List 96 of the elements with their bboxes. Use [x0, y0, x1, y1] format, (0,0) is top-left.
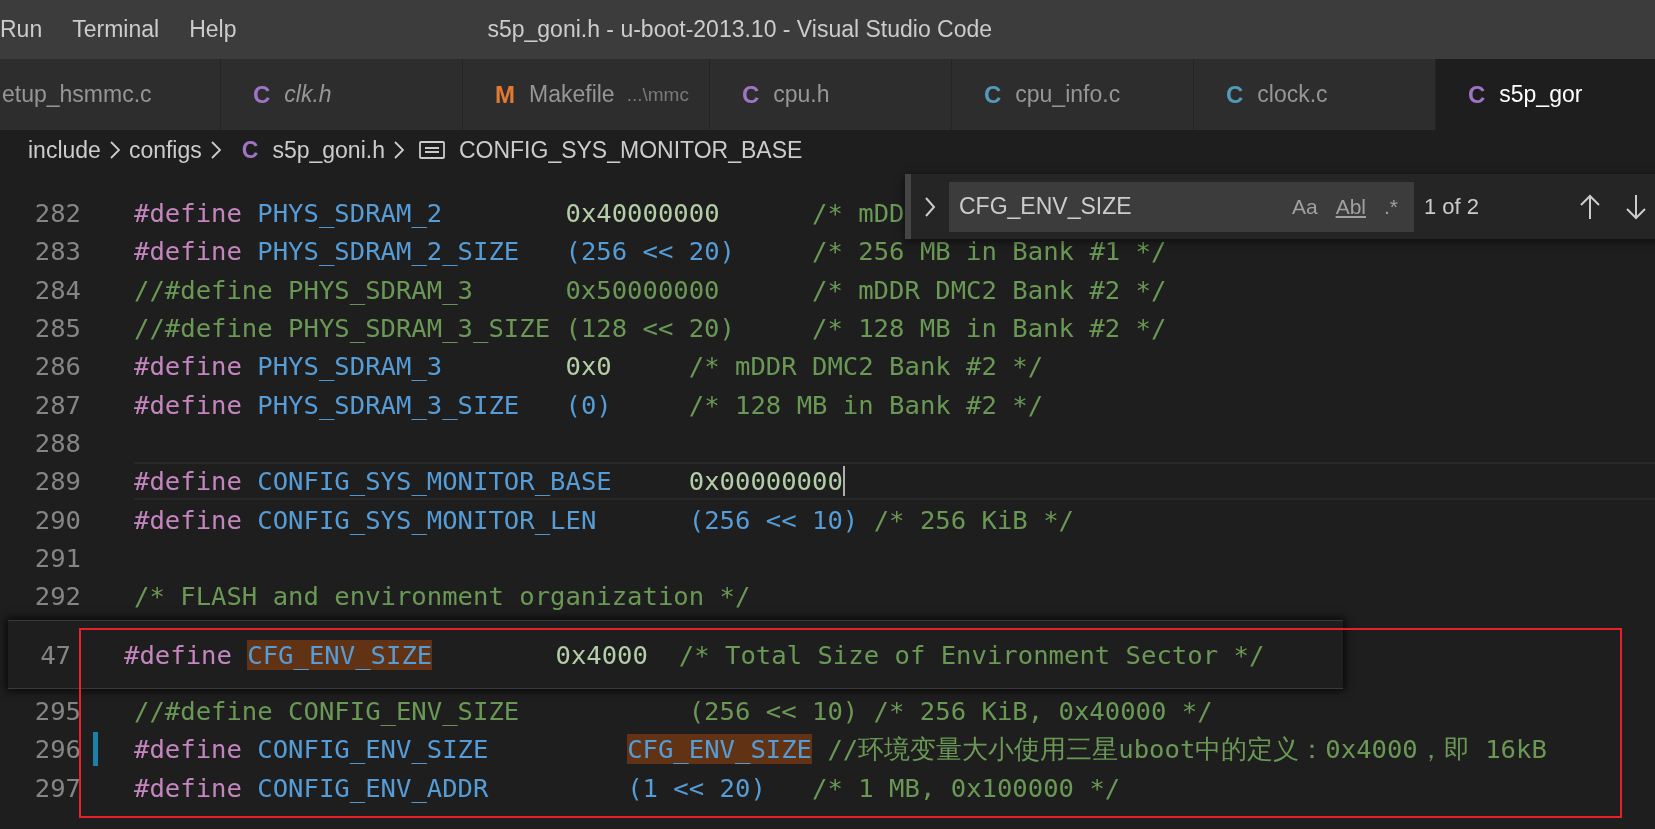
tab-description: ...\mmc [626, 83, 689, 106]
line-number: 284 [33, 274, 81, 305]
search-match: CFG_ENV_SIZE [247, 639, 433, 670]
number-literal: 0x00000000 [688, 466, 843, 497]
line-number: 47 [39, 639, 71, 670]
tab-label: Makefile [529, 81, 615, 108]
code-expression: (256 << 10) [688, 504, 859, 535]
macro-name: CONFIG_ENV_ADDR [257, 772, 489, 803]
find-input[interactable]: CFG_ENV_SIZE Aa Abl .* [949, 181, 1414, 232]
file-type-icon: C [241, 136, 259, 164]
code-comment: //#define PHYS_SDRAM_3_SIZE (128 << 20) /* 128 MB in Bank #2 */ [134, 313, 1167, 344]
line-number: 295 [33, 696, 81, 726]
code-comment: /* 128 MB in Bank #2 */ [688, 389, 1044, 420]
code-expression: (1 << 20) [627, 772, 766, 803]
editor-tab[interactable]: C clk.h [221, 59, 463, 130]
line-number: 282 [33, 198, 81, 229]
macro-name: CONFIG_ENV_SIZE [257, 734, 489, 765]
preprocessor-keyword: #define [134, 351, 242, 382]
preprocessor-keyword: #define [134, 198, 242, 229]
macro-name: PHYS_SDRAM_2_SIZE [257, 236, 520, 267]
editor-tab[interactable]: C cpu.h [709, 59, 952, 130]
preprocessor-keyword: #define [124, 639, 232, 670]
tab-label: cpu.h [773, 81, 830, 108]
line-number: 290 [33, 504, 81, 535]
line-number: 287 [33, 389, 81, 420]
tab-label: clock.c [1257, 81, 1328, 108]
macro-name: PHYS_SDRAM_2 [257, 198, 443, 229]
tab-label: clk.h [284, 81, 332, 108]
preprocessor-keyword: #define [134, 389, 242, 420]
number-literal: 0x0 [565, 351, 612, 382]
editor-tab[interactable]: etup_hsmmc.c [0, 59, 221, 130]
line-number: 296 [33, 734, 81, 765]
breadcrumb-item[interactable]: configs [128, 136, 202, 164]
code-comment: //#define CONFIG_ENV_SIZE (256 << 10) /* 256 KiB, 0x40000 */ [134, 696, 1213, 726]
macro-name: PHYS_SDRAM_3 [257, 351, 443, 382]
editor-tab[interactable]: M Makefile ...\mmc [463, 59, 710, 130]
search-option-toggle[interactable]: Abl [1329, 191, 1372, 222]
arrow-down-icon[interactable] [1624, 192, 1648, 221]
file-type-icon: C [741, 80, 760, 109]
search-match: CFG_ENV_SIZE [627, 734, 813, 765]
breadcrumb-item[interactable]: include [28, 136, 101, 164]
line-number: 297 [33, 772, 81, 803]
code-expression: (256 << 20) [565, 236, 735, 267]
tab-label: cpu_info.c [1015, 81, 1121, 108]
chevron-right-icon [209, 140, 222, 160]
editor-tab[interactable]: C s5p_gor [1435, 59, 1655, 130]
macro-name: PHYS_SDRAM_3_SIZE [257, 389, 520, 420]
file-type-icon: C [983, 80, 1002, 109]
tab-label: s5p_gor [1499, 81, 1583, 108]
line-number: 288 [33, 427, 81, 458]
arrow-up-icon[interactable] [1578, 192, 1602, 221]
line-number: 283 [33, 236, 81, 267]
line-number: 286 [33, 351, 81, 382]
editor-tab[interactable]: C cpu_info.c [951, 59, 1194, 130]
macro-name: CONFIG_SYS_MONITOR_LEN [257, 504, 597, 535]
window-title: s5p_goni.h - u-boot-2013.10 - Visual Studio Code [487, 16, 993, 43]
search-option-toggle[interactable]: .* [1378, 191, 1404, 222]
file-type-icon: M [495, 80, 515, 109]
code-comment: //环境变量大小使用三星uboot中的定义：0x4000，即 16kB [827, 732, 1547, 766]
preprocessor-keyword: #define [134, 772, 242, 803]
tab-label: etup_hsmmc.c [2, 81, 152, 108]
code-comment: /* 256 KiB */ [873, 504, 1074, 535]
line-number: 291 [33, 542, 81, 573]
file-type-icon: C [253, 80, 271, 109]
search-option-toggle[interactable]: Aa [1285, 191, 1324, 222]
preprocessor-keyword: #define [134, 734, 242, 765]
code-comment: /* mDDR DMC2 Bank #2 */ [688, 351, 1044, 382]
text-cursor [842, 466, 845, 497]
code-comment: /* Total Size of Environment Sector */ [678, 639, 1265, 670]
line-number: 289 [33, 466, 81, 497]
line-number: 285 [33, 313, 81, 344]
number-literal: 0x40000000 [565, 198, 720, 229]
editor-tab[interactable]: C clock.c [1193, 59, 1436, 130]
preprocessor-keyword: #define [134, 504, 242, 535]
breadcrumb-item[interactable]: CONFIG_SYS_MONITOR_BASE [458, 136, 803, 164]
code-comment: /* 1 MB, 0x100000 */ [812, 772, 1121, 803]
code-expression: (0) [565, 389, 612, 420]
macro-name: CONFIG_SYS_MONITOR_BASE [257, 466, 612, 497]
breadcrumb-item[interactable]: s5p_goni.h [272, 136, 385, 164]
code-comment: /* mDD [812, 198, 905, 229]
chevron-right-icon [392, 140, 405, 160]
file-type-icon: C [1467, 80, 1486, 109]
symbol-icon [418, 140, 445, 160]
code-comment: /* 256 MB in Bank #1 */ [812, 236, 1167, 267]
line-number: 292 [33, 581, 81, 612]
preprocessor-keyword: #define [134, 466, 242, 497]
match-count: 1 of 2 [1424, 193, 1481, 220]
chevron-right-icon [108, 140, 121, 160]
menu-item[interactable]: Terminal [57, 16, 175, 43]
code-comment: //#define PHYS_SDRAM_3 0x50000000 /* mDDR DMC2 Bank #2 */ [134, 274, 1167, 305]
menu-item[interactable]: Help [174, 16, 252, 43]
file-type-icon: C [1225, 80, 1244, 109]
code-comment: /* FLASH and environment organization */ [134, 581, 751, 612]
preprocessor-keyword: #define [134, 236, 242, 267]
number-literal: 0x4000 [555, 639, 648, 670]
menu-item[interactable]: Run [0, 16, 58, 43]
